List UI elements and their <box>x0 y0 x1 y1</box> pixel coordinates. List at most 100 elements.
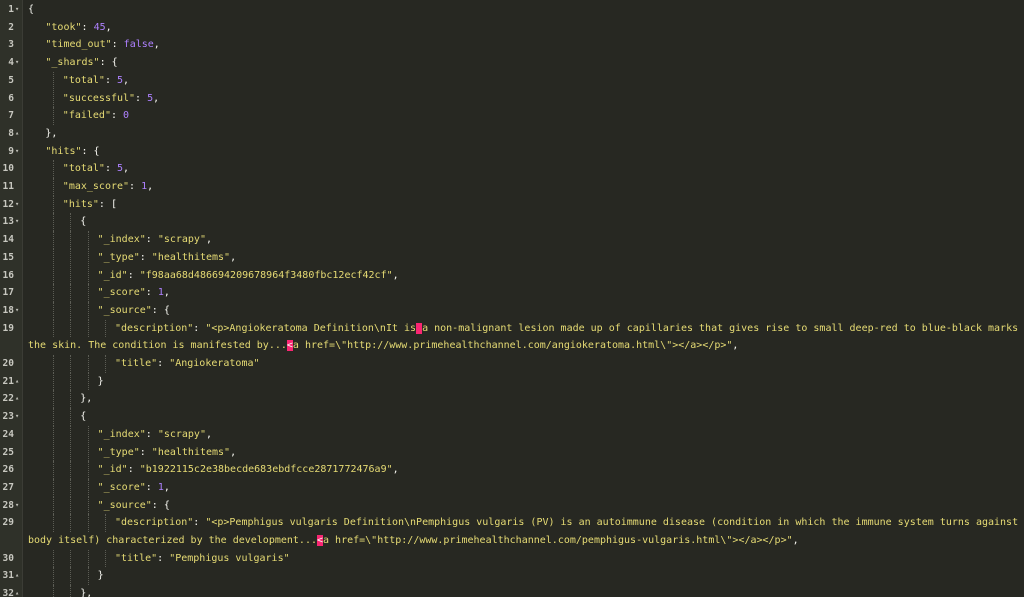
indent-guide <box>87 461 89 479</box>
fold-toggle-icon[interactable]: ▾ <box>15 408 19 426</box>
code-text[interactable]: }, <box>80 390 92 408</box>
code-text[interactable]: "_shards": { <box>45 54 117 72</box>
code-line[interactable]: 10 "total": 5, <box>0 160 1024 178</box>
code-text[interactable]: } <box>98 373 104 391</box>
indent-guide <box>87 266 89 285</box>
code-text[interactable]: { <box>80 213 86 231</box>
code-token: : <box>193 517 206 529</box>
code-line[interactable]: 22 ▴}, <box>0 390 1024 409</box>
line-number: 26 <box>2 464 14 476</box>
code-text[interactable]: } <box>98 567 104 585</box>
code-line[interactable]: 31 ▴} <box>0 567 1024 586</box>
code-text[interactable]: "timed_out": false, <box>45 36 159 54</box>
code-line[interactable]: 25 "_type": "healthitems", <box>0 443 1024 462</box>
code-text[interactable]: "_type": "healthitems", <box>98 444 237 462</box>
code-text[interactable]: }, <box>80 585 92 597</box>
code-token: , <box>230 446 237 458</box>
code-line[interactable]: 17 "_score": 1, <box>0 284 1024 302</box>
code-text[interactable]: body itself) characterized by the develo… <box>28 532 799 550</box>
code-text[interactable]: }, <box>45 125 57 143</box>
fold-toggle-icon[interactable]: ▾ <box>15 1 19 19</box>
code-line-wrapped[interactable]: the skin. The condition is manifested by… <box>0 337 1024 355</box>
code-text[interactable]: "title": "Angiokeratoma" <box>115 355 260 373</box>
code-editor[interactable]: 1 ▾{2 "took": 45, 3 "timed_out": false, 4 ▾ "_s… <box>0 0 1024 597</box>
fold-toggle-icon[interactable]: ▴ <box>15 585 19 597</box>
code-text[interactable]: "hits": { <box>45 143 99 161</box>
code-line[interactable]: 4 ▾ "_shards": { <box>0 54 1024 72</box>
code-line[interactable]: 13 ▾ { <box>0 213 1024 232</box>
code-line[interactable]: 18 ▾ "_source": { <box>0 301 1024 320</box>
code-text[interactable]: "_id": "f98aa68d486694209678964f3480fbc1… <box>98 267 399 285</box>
fold-toggle-icon[interactable]: ▴ <box>15 390 19 408</box>
indent-guide <box>52 496 54 515</box>
indent-guide <box>52 372 54 391</box>
code-token: 0 <box>123 110 130 122</box>
code-line[interactable]: 6 "successful": 5, <box>0 89 1024 108</box>
code-line[interactable]: 21 ▴} <box>0 372 1024 391</box>
code-line[interactable]: 11 "max_score": 1, <box>0 178 1024 196</box>
code-line[interactable]: 20 "title": "Angiokeratoma" <box>0 355 1024 373</box>
code-line[interactable]: 3 "timed_out": false, <box>0 36 1024 54</box>
code-text[interactable]: { <box>28 1 34 19</box>
code-text[interactable]: "_index": "scrapy", <box>98 231 212 249</box>
code-line[interactable]: 15 "_type": "healthitems", <box>0 248 1024 267</box>
code-line[interactable]: 16 "_id": "f98aa68d486694209678964f3480fb… <box>0 266 1024 285</box>
indent-guide <box>87 284 89 302</box>
code-line[interactable]: 27 "_score": 1, <box>0 478 1024 497</box>
code-text[interactable]: "_id": "b1922115c2e38becde683ebdfcce2871… <box>98 461 399 479</box>
code-line[interactable]: 29 "description": "<p>Pemphigus vulgaris … <box>0 514 1024 532</box>
code-text[interactable]: { <box>80 408 86 426</box>
fold-toggle-icon[interactable]: ▾ <box>15 54 19 72</box>
code-line[interactable]: 1 ▾ { <box>0 1 1024 19</box>
indent-guide <box>52 408 54 426</box>
code-line[interactable]: 19 "description": "<p>Angiokeratoma Defin… <box>0 319 1024 338</box>
indent-guide <box>52 478 54 497</box>
line-number: 7 <box>8 110 14 122</box>
code-token: : <box>127 269 140 281</box>
code-text[interactable]: the skin. The condition is manifested by… <box>28 337 738 355</box>
code-text[interactable]: "title": "Pemphigus vulgaris" <box>115 550 290 568</box>
code-text[interactable]: "_type": "healthitems", <box>98 249 237 267</box>
code-text[interactable]: "_source": { <box>98 497 170 515</box>
code-text[interactable]: "total": 5, <box>63 160 129 178</box>
fold-toggle-icon[interactable]: ▾ <box>15 302 19 320</box>
code-line[interactable]: 5 "total": 5, <box>0 71 1024 90</box>
code-text[interactable]: "hits": [ <box>63 196 117 214</box>
code-line[interactable]: 8 ▴}, <box>0 125 1024 143</box>
code-text[interactable]: "total": 5, <box>63 72 129 90</box>
code-line[interactable]: 23 ▾ { <box>0 408 1024 426</box>
fold-toggle-icon[interactable]: ▴ <box>15 125 19 143</box>
code-text[interactable]: "description": "<p>Pemphigus vulgaris De… <box>115 514 1024 532</box>
code-text[interactable]: "took": 45, <box>45 19 111 37</box>
indent-guide <box>52 195 54 214</box>
fold-toggle-icon[interactable]: ▾ <box>15 497 19 515</box>
code-line[interactable]: 7 "failed": 0 <box>0 107 1024 125</box>
fold-toggle-icon[interactable]: ▴ <box>15 567 19 585</box>
code-line[interactable]: 14 "_index": "scrapy", <box>0 231 1024 249</box>
code-text[interactable]: "_source": { <box>98 302 170 320</box>
fold-toggle-icon[interactable]: ▾ <box>15 196 19 214</box>
code-text[interactable]: "_score": 1, <box>98 479 170 497</box>
code-text[interactable]: "successful": 5, <box>63 90 159 108</box>
code-token: "total" <box>62 74 105 86</box>
code-token: "_index" <box>97 428 146 440</box>
indent-guide <box>70 284 72 302</box>
code-line[interactable]: 2 "took": 45, <box>0 19 1024 37</box>
code-text[interactable]: "description": "<p>Angiokeratoma Definit… <box>115 320 1024 338</box>
indent-guide <box>70 549 72 568</box>
code-line-wrapped[interactable]: body itself) characterized by the develo… <box>0 532 1024 550</box>
code-line[interactable]: 32 ▴}, <box>0 585 1024 597</box>
fold-toggle-icon[interactable]: ▾ <box>15 143 19 161</box>
code-text[interactable]: "_score": 1, <box>98 284 170 302</box>
code-line[interactable]: 30 "title": "Pemphigus vulgaris" <box>0 549 1024 568</box>
code-text[interactable]: "failed": 0 <box>63 107 129 125</box>
code-line[interactable]: 9 ▾ "hits": { <box>0 143 1024 161</box>
code-text[interactable]: "max_score": 1, <box>63 178 153 196</box>
code-line[interactable]: 12 ▾ "hits": [ <box>0 195 1024 214</box>
fold-toggle-icon[interactable]: ▴ <box>15 373 19 391</box>
code-text[interactable]: "_index": "scrapy", <box>98 426 212 444</box>
fold-toggle-icon[interactable]: ▾ <box>15 213 19 231</box>
code-line[interactable]: 28 ▾ "_source": { <box>0 496 1024 515</box>
code-line[interactable]: 24 "_index": "scrapy", <box>0 425 1024 444</box>
code-line[interactable]: 26 "_id": "b1922115c2e38becde683ebdfcce28… <box>0 461 1024 479</box>
